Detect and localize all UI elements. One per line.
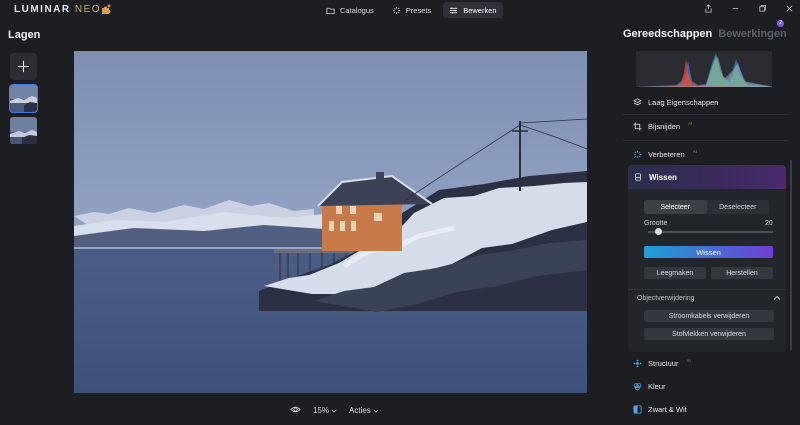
layers-title: Lagen xyxy=(8,29,41,41)
close-icon[interactable] xyxy=(784,3,794,13)
eye-icon[interactable] xyxy=(290,404,301,417)
window-controls xyxy=(703,3,794,13)
layers-icon xyxy=(633,98,642,106)
tool-enhance[interactable]: Verbeteren AI xyxy=(633,149,697,159)
crop-icon xyxy=(633,122,642,131)
object-removal-title: Objectverwijdering xyxy=(637,295,695,302)
color-icon xyxy=(633,383,642,391)
add-layer-button[interactable] xyxy=(10,53,37,80)
tool-enhance-label: Verbeteren xyxy=(648,150,685,159)
enhance-sparkle-icon xyxy=(633,150,642,159)
right-panel-tabs: Gereedschappen Bewerkingen xyxy=(623,28,787,40)
restore-icon[interactable] xyxy=(757,3,767,13)
nav-presets[interactable]: Presets xyxy=(386,2,437,18)
top-bar: LUMINAR NEO Catalogus Presets Bewerken xyxy=(0,0,800,20)
tool-layer-properties-label: Laag Eigenschappen xyxy=(648,98,719,107)
sparkle-icon xyxy=(392,6,400,14)
bottom-bar: 15% Acties xyxy=(290,404,379,417)
remove-dust-button[interactable]: Stofvlekken verwijderen xyxy=(644,328,774,340)
nav-bewerken[interactable]: Bewerken xyxy=(443,2,503,18)
ai-badge: AI xyxy=(686,358,691,363)
eraser-icon xyxy=(635,173,641,181)
histogram xyxy=(636,51,772,87)
nav-catalogus-label: Catalogus xyxy=(340,5,374,15)
erase-tool-header[interactable]: Wissen xyxy=(628,165,786,189)
logo-text: LUMINAR xyxy=(14,4,71,15)
app-logo: LUMINAR NEO xyxy=(14,4,101,15)
divider xyxy=(623,114,788,115)
tool-black-white[interactable]: Zwart & Wit xyxy=(633,405,687,414)
layer-thumbnail-2[interactable] xyxy=(10,117,37,144)
tab-gereedschappen[interactable]: Gereedschappen xyxy=(623,28,712,40)
photo-canvas[interactable] xyxy=(74,51,587,393)
tool-structure-label: Structuur xyxy=(648,359,679,368)
layer-thumbnail-1[interactable] xyxy=(9,84,38,113)
nav-catalogus[interactable]: Catalogus xyxy=(320,2,380,18)
actions-dropdown[interactable]: Acties xyxy=(349,406,379,415)
folder-icon xyxy=(326,7,335,14)
chevron-down-icon xyxy=(331,409,337,413)
divider xyxy=(623,140,788,141)
size-slider[interactable] xyxy=(648,231,773,233)
ai-badge: AI xyxy=(692,149,697,154)
bw-icon xyxy=(633,405,642,414)
main-nav: Catalogus Presets Bewerken xyxy=(320,2,503,18)
size-slider-handle[interactable] xyxy=(654,228,662,235)
plus-icon xyxy=(17,60,30,73)
right-panel-scrollbar[interactable] xyxy=(790,160,792,350)
structure-icon xyxy=(633,359,642,368)
share-icon[interactable] xyxy=(703,3,713,13)
tab-bewerkingen[interactable]: Bewerkingen xyxy=(718,28,786,40)
ai-badge: AI xyxy=(688,121,693,126)
logo-sub-text: NEO xyxy=(74,4,102,15)
select-mode-toggle: Selecteer Deselecteer xyxy=(644,200,769,214)
erase-apply-button[interactable]: Wissen xyxy=(644,246,773,258)
divider xyxy=(628,289,786,290)
edits-badge: 2 xyxy=(777,20,784,27)
zoom-value: 15% xyxy=(313,406,330,415)
reset-button[interactable]: Herstellen xyxy=(711,267,773,279)
tool-layer-properties[interactable]: Laag Eigenschappen xyxy=(633,98,718,107)
remove-powerlines-button[interactable]: Stroomkabels verwijderen xyxy=(644,310,774,322)
chevron-down-icon xyxy=(373,409,379,413)
actions-label: Acties xyxy=(349,406,371,415)
sliders-icon xyxy=(450,6,458,14)
size-value: 20 xyxy=(765,220,773,227)
nav-bewerken-label: Bewerken xyxy=(463,5,497,15)
size-label: Grootte xyxy=(644,220,668,227)
puzzle-icon[interactable] xyxy=(100,3,112,15)
select-button[interactable]: Selecteer xyxy=(644,200,707,214)
chevron-up-icon[interactable] xyxy=(773,294,781,302)
landscape-photo xyxy=(74,51,587,393)
tool-color-label: Kleur xyxy=(648,382,666,391)
tool-crop[interactable]: Bijsnijden AI xyxy=(633,121,693,131)
minimize-icon[interactable] xyxy=(730,3,740,13)
tool-black-white-label: Zwart & Wit xyxy=(648,405,687,414)
tool-crop-label: Bijsnijden xyxy=(648,122,681,131)
erase-tool-panel: Wissen Selecteer Deselecteer Grootte 20 … xyxy=(628,165,786,352)
deselect-button[interactable]: Deselecteer xyxy=(707,200,770,214)
clear-button[interactable]: Leegmaken xyxy=(644,267,706,279)
tool-color[interactable]: Kleur xyxy=(633,382,666,391)
erase-tool-title: Wissen xyxy=(649,172,677,182)
zoom-dropdown[interactable]: 15% xyxy=(313,406,337,415)
tool-structure[interactable]: Structuur AI xyxy=(633,358,691,368)
nav-presets-label: Presets xyxy=(405,5,432,15)
